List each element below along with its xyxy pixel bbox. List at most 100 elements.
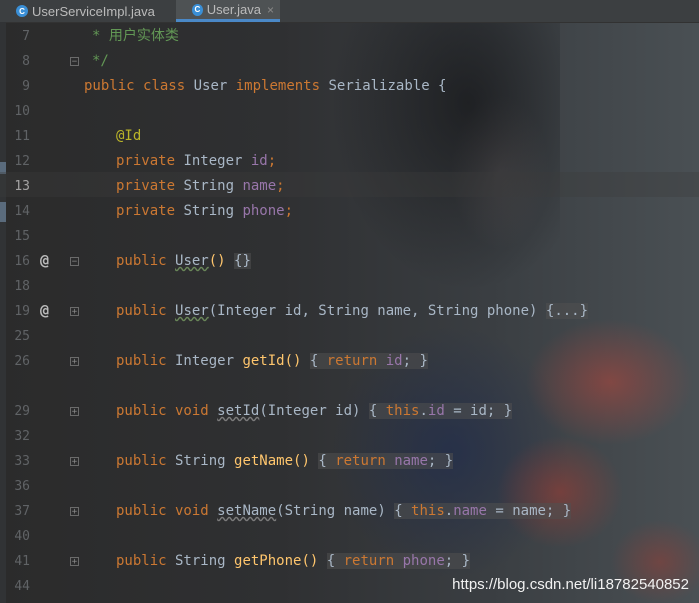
keyword: public — [116, 553, 167, 569]
method-name: getId — [242, 353, 285, 369]
fold-expand-icon[interactable]: + — [70, 357, 79, 367]
method-name: setId — [217, 403, 260, 419]
type: Integer — [175, 153, 251, 169]
editor-tab-bar: C UserServiceImpl.java C User.java × — [0, 0, 699, 23]
keyword: public — [84, 78, 135, 94]
type: String — [166, 453, 235, 469]
dot: . — [444, 503, 454, 519]
constructor: User — [175, 253, 209, 269]
code-line-12: private Integer id; — [116, 149, 276, 174]
keyword: void — [166, 403, 218, 419]
code-line-9: public class User implements Serializabl… — [84, 74, 446, 99]
fold-expand-icon[interactable]: + — [70, 307, 79, 317]
line-number: 8 — [22, 54, 30, 69]
fold-icon[interactable]: − — [70, 257, 79, 267]
brace: { — [368, 403, 386, 419]
line-number: 7 — [22, 29, 30, 44]
keyword: this — [411, 503, 445, 519]
line-number: 9 — [22, 79, 30, 94]
keyword: public — [116, 453, 167, 469]
close-icon[interactable]: × — [267, 3, 274, 17]
line-number: 26 — [14, 354, 30, 369]
code-line-33: public String getName() { return name; } — [116, 449, 454, 474]
code-text: = name; } — [486, 503, 572, 519]
folded-body[interactable]: { this.name = name; } — [394, 503, 572, 519]
fold-expand-icon[interactable]: + — [70, 557, 79, 567]
keyword: void — [166, 503, 218, 519]
class-c-icon: C — [192, 3, 203, 16]
line-number: 14 — [14, 204, 30, 219]
line-number: 37 — [14, 504, 30, 519]
field: id — [250, 153, 268, 169]
code-text: = id; } — [444, 403, 513, 419]
watermark-url: https://blog.csdn.net/li18782540852 — [452, 576, 689, 593]
tab-user[interactable]: C User.java × — [176, 0, 280, 22]
fold-end-icon[interactable]: − — [70, 57, 79, 67]
brace: ; } — [444, 553, 471, 569]
code-line-16: public User() {} — [116, 249, 251, 274]
keyword: public — [116, 403, 167, 419]
line-number: 25 — [14, 329, 30, 344]
keyword: return — [335, 453, 386, 469]
folded-body[interactable]: { this.id = id; } — [368, 403, 513, 419]
parens: () — [301, 553, 327, 569]
line-number: 18 — [14, 279, 30, 294]
keyword: this — [385, 403, 420, 419]
folded-body[interactable]: {} — [234, 253, 251, 269]
type: Integer — [166, 353, 243, 369]
line-number: 19 — [14, 304, 30, 319]
line-number: 40 — [14, 529, 30, 544]
keyword: implements — [235, 78, 321, 94]
override-at-icon[interactable]: @ — [40, 248, 49, 273]
tab-userserviceimpl[interactable]: C UserServiceImpl.java — [0, 0, 176, 22]
line-number: 10 — [14, 104, 30, 119]
line-number: 33 — [14, 454, 30, 469]
fold-expand-icon[interactable]: + — [70, 407, 79, 417]
semicolon: ; — [267, 153, 277, 169]
editor-gutter[interactable]: 7 8 9 10 11 12 13 14 15 16 18 19 25 26 2… — [6, 22, 79, 603]
keyword: public — [116, 303, 167, 319]
brace: { — [394, 503, 412, 519]
line-number: 12 — [14, 154, 30, 169]
class-c-icon: C — [16, 5, 28, 17]
line-number: 44 — [14, 579, 30, 594]
folded-body[interactable]: { return id; } — [309, 353, 428, 369]
line-number: 32 — [14, 429, 30, 444]
folded-body[interactable]: { return name; } — [318, 453, 454, 469]
dot: . — [419, 403, 428, 419]
field: phone — [242, 203, 285, 219]
code-line-29: public void setId(Integer id) { this.id … — [116, 399, 513, 424]
line-number-current: 13 — [14, 179, 30, 194]
brace: ; } — [427, 453, 454, 469]
doc-comment: * 用户实体类 — [92, 28, 179, 44]
type: String — [175, 203, 243, 219]
line-number: 29 — [14, 404, 30, 419]
field: id — [377, 353, 403, 369]
fold-expand-icon[interactable]: + — [70, 507, 79, 517]
keyword: private — [116, 178, 176, 194]
parens: () — [284, 353, 310, 369]
method-name: setName — [217, 503, 277, 519]
keyword: return — [343, 553, 395, 569]
keyword: private — [116, 153, 176, 169]
parens: () — [208, 253, 226, 269]
params: (String name) — [276, 503, 395, 519]
brace: { — [318, 453, 336, 469]
fold-expand-icon[interactable]: + — [70, 457, 79, 467]
field: phone — [394, 553, 445, 569]
code-line-19: public User(Integer id, String name, Str… — [116, 299, 589, 324]
keyword: public — [116, 503, 167, 519]
doc-comment: */ — [92, 53, 109, 69]
keyword: public — [116, 353, 167, 369]
folded-body[interactable]: {...} — [545, 303, 589, 319]
field: name — [385, 453, 428, 469]
folded-body[interactable]: { return phone; } — [326, 553, 471, 569]
keyword: class — [143, 78, 186, 94]
method-name: getName — [234, 453, 294, 469]
override-at-icon[interactable]: @ — [40, 298, 49, 323]
current-line-highlight — [0, 172, 699, 197]
tab-label: User.java — [206, 2, 261, 17]
field: id — [427, 403, 445, 419]
code-text: Serializable { — [320, 78, 447, 94]
keyword: public — [116, 253, 167, 269]
